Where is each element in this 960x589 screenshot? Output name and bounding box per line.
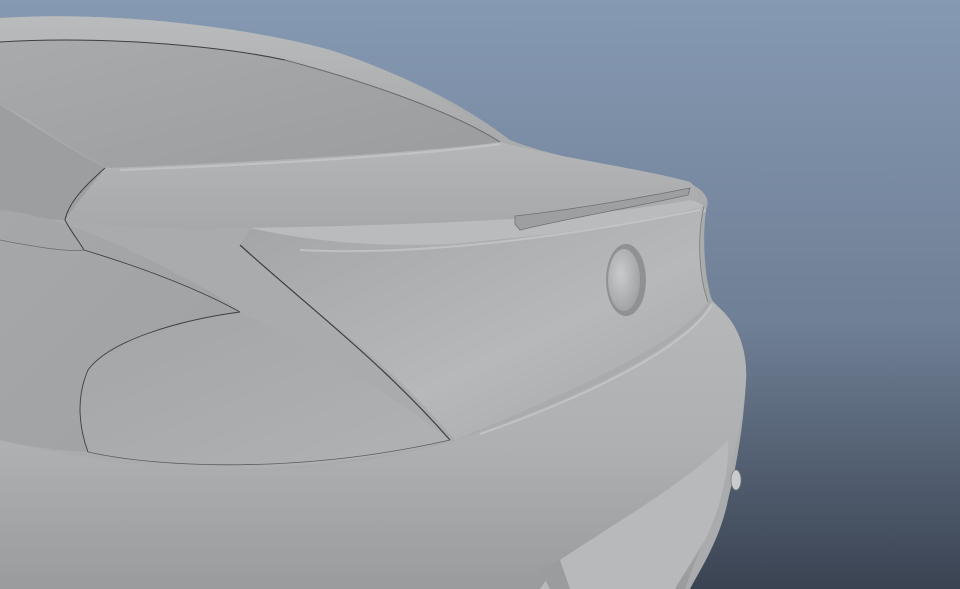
trunk-badge[interactable] [606,244,646,316]
3d-viewport[interactable] [0,0,960,589]
rear-reflector [730,469,742,491]
viewport-render[interactable] [0,0,960,589]
